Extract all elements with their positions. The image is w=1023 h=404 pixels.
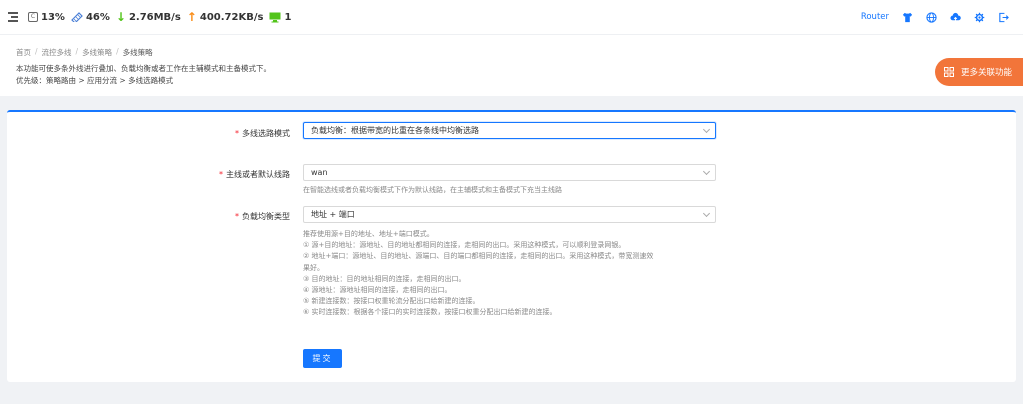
mode-label: * 多线选路模式: [235, 129, 290, 138]
default-line-select[interactable]: wan: [303, 164, 716, 181]
submit-button[interactable]: 提交: [303, 349, 342, 368]
shirt-icon[interactable]: [902, 12, 913, 23]
router-link[interactable]: Router: [861, 12, 889, 22]
chevron-down-icon: [702, 167, 711, 176]
balance-type-label: * 负载均衡类型: [235, 212, 290, 221]
balance-type-help: 推荐使用源+目的地址、地址+端口模式。 ① 源+目的地址：源地址、目的地址都相同…: [303, 229, 743, 319]
upload-stat: ↑ 400.72KB/s: [187, 10, 264, 24]
default-line-label: * 主线或者默认线路: [219, 170, 290, 179]
help-line: ③ 目的地址：目的地址相同的连接，走相同的出口。: [303, 274, 466, 283]
balance-type-select-value: 地址 + 端口: [311, 210, 355, 219]
breadcrumb-separator: /: [75, 47, 79, 56]
priority-note: 优先级：策略路由 > 应用分流 > 多线选路模式: [16, 76, 174, 85]
breadcrumb-home[interactable]: 首页: [16, 47, 31, 58]
download-arrow-icon: ↓: [115, 10, 126, 24]
grid-icon: [944, 67, 954, 77]
mode-select[interactable]: 负载均衡：根据带宽的比重在各条线中均衡选路: [303, 122, 716, 139]
download-value: 2.76MB/s: [128, 11, 181, 23]
cpu-value: 13%: [41, 11, 65, 23]
menu-toggle-icon[interactable]: [6, 12, 18, 22]
memory-icon: [71, 12, 83, 22]
breadcrumb-separator: /: [35, 47, 38, 56]
logout-icon[interactable]: [998, 12, 1009, 23]
devices-value: 1: [284, 11, 292, 23]
devices-stat: 1: [269, 12, 291, 23]
upload-arrow-icon: ↑: [186, 10, 197, 24]
breadcrumb-current: 多线策略: [122, 48, 153, 57]
monitor-icon: [269, 12, 281, 22]
chevron-down-icon: [702, 209, 711, 218]
help-line: ⑥ 实时连接数：根据各个接口的实时连接数，按接口权重分配出口给新建的连接。: [303, 308, 557, 317]
page-header: 首页 / 流控多线 / 多线策略 / 多线策略 本功能可使多条外线进行叠加、负载…: [0, 34, 1023, 96]
more-button-label: 更多关联功能: [961, 68, 1013, 78]
page-description: 本功能可使多条外线进行叠加、负载均衡或者工作在主辅模式和主备模式下。: [16, 64, 271, 73]
memory-stat: 46%: [71, 12, 110, 23]
help-line: ④ 源地址：源地址相同的连接，走相同的出口。: [303, 286, 452, 295]
help-line: ① 源+目的地址：源地址、目的地址都相同的连接，走相同的出口。采用这种模式，可以…: [303, 241, 626, 250]
top-status-bar: C 13% 46% ↓ 2.76MB/s ↑ 400.72KB/s 1 Rout…: [0, 0, 1023, 34]
breadcrumb-multiline-policy[interactable]: 多线策略: [82, 47, 112, 58]
more-related-features-button[interactable]: 更多关联功能: [935, 58, 1023, 86]
gear-icon[interactable]: [974, 12, 985, 23]
help-line: ⑤ 新建连接数：按接口权重轮流分配出口给新建的连接。: [303, 297, 480, 306]
upload-value: 400.72KB/s: [199, 11, 264, 23]
breadcrumb-flow-control[interactable]: 流控多线: [42, 47, 72, 58]
breadcrumb: 首页 / 流控多线 / 多线策略 / 多线策略: [16, 47, 153, 58]
cpu-icon: C: [28, 12, 38, 22]
help-line: 推荐使用源+目的地址、地址+端口模式。: [303, 230, 434, 238]
memory-value: 46%: [85, 11, 110, 23]
help-line: 果好。: [303, 263, 324, 272]
chevron-down-icon: [702, 125, 711, 134]
download-stat: ↓ 2.76MB/s: [116, 10, 181, 24]
form-card: * 多线选路模式 负载均衡：根据带宽的比重在各条线中均衡选路 * 主线或者默认线路 …: [7, 110, 1016, 382]
cpu-stat: C 13%: [28, 12, 65, 23]
balance-type-select[interactable]: 地址 + 端口: [303, 206, 716, 223]
globe-icon[interactable]: [926, 11, 937, 23]
default-line-help: 在智能选线或者负载均衡模式下作为默认线路，在主辅模式和主备模式下充当主线路: [303, 186, 562, 194]
help-line: ② 地址+端口：源地址、目的地址、源端口、目的端口都相同的连接，走相同的出口。采…: [303, 252, 654, 261]
mode-select-value: 负载均衡：根据带宽的比重在各条线中均衡选路: [311, 126, 479, 135]
cloud-upload-icon[interactable]: [950, 12, 961, 23]
breadcrumb-separator: /: [116, 47, 119, 56]
default-line-select-value: wan: [311, 168, 328, 177]
